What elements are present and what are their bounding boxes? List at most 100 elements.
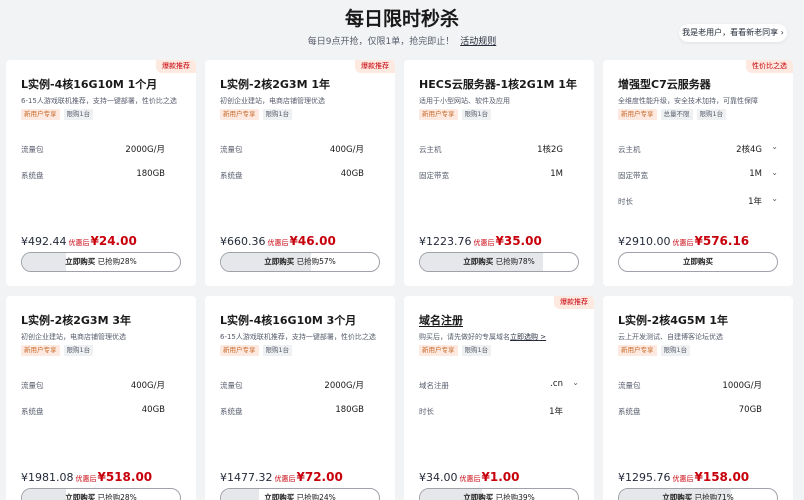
product-title: 增强型C7云服务器 <box>618 78 711 91</box>
original-price: ¥34.00 <box>419 471 458 484</box>
spec-label: 系统盘 <box>21 171 44 180</box>
product-tag: 新用户专享 <box>21 109 60 120</box>
buy-label: 立即购买 <box>65 257 96 266</box>
tag-list: 新用户专享 限购1台 <box>220 345 293 356</box>
spec-label: 时长 <box>419 407 434 416</box>
discount-label: 优惠后 <box>274 475 296 483</box>
spec-label: 固定带宽 <box>419 171 449 180</box>
tag-list: 新用户专享 限购1台 <box>419 109 492 120</box>
spec-value: 1M <box>749 169 762 179</box>
spec-label: 系统盘 <box>21 407 44 416</box>
product-description: 6-15人游戏联机推荐，支持一键部署，性价比之选 <box>21 96 191 106</box>
chevron-down-icon[interactable]: ⌄ <box>771 142 778 151</box>
product-tag: 限购1台 <box>660 345 691 356</box>
product-card: L实例-4核16G10M 3个月 6-15人游戏联机推荐，支持一键部署，性价比之选… <box>205 296 395 500</box>
buy-label: 立即购买 <box>662 493 693 500</box>
description-text: 云上开发测试、自建博客论坛优选 <box>618 333 723 341</box>
product-description: 初创企业建站，电商店铺管理优选 <box>21 332 191 342</box>
spec-label: 云主机 <box>618 145 641 154</box>
original-price: ¥1223.76 <box>419 235 472 248</box>
promo-badge: 爆款推荐 <box>156 60 196 73</box>
buy-now-button[interactable]: 立即购买 <box>618 252 778 272</box>
buy-now-button[interactable]: 立即购买 已抢购71% <box>618 488 778 500</box>
spec-label: 系统盘 <box>220 171 243 180</box>
spec-value: .cn <box>550 379 563 389</box>
product-tag: 限购1台 <box>63 345 94 356</box>
sold-percent: 已抢购28% <box>97 257 137 266</box>
product-title: L实例-2核4G5M 1年 <box>618 314 728 327</box>
rules-link[interactable]: 活动规则 <box>460 37 496 47</box>
buy-button-text: 立即购买 已抢购78% <box>420 253 578 271</box>
buy-now-link[interactable]: 立即选购 > <box>510 333 546 341</box>
product-tag: 新用户专享 <box>419 345 458 356</box>
price-row: ¥1295.76 优惠后¥158.00 <box>618 466 749 485</box>
product-description: 6-15人游戏联机推荐，支持一键部署，性价比之选 <box>220 332 390 342</box>
spec-row: 流量包 400G/月 <box>220 140 382 158</box>
spec-row[interactable]: 时长 1年 ⌄ <box>618 192 780 210</box>
buy-button-text: 立即购买 已抢购71% <box>619 489 777 500</box>
tag-list: 新用户专享 限购1台 <box>220 109 293 120</box>
promo-badge: 爆款推荐 <box>355 60 395 73</box>
discount-price: ¥576.16 <box>694 234 750 248</box>
description-text: 全维度性能升级，安全技术加持，可靠性保障 <box>618 97 758 105</box>
buy-now-button[interactable]: 立即购买 已抢购39% <box>419 488 579 500</box>
product-title[interactable]: 域名注册 <box>419 312 463 328</box>
product-title: L实例-4核16G10M 3个月 <box>220 314 357 327</box>
old-user-button[interactable]: 我是老用户，看看新老同享 › <box>679 24 787 42</box>
product-card: 爆款推荐 域名注册 购买后，请先做好的专属域名立即选购 > 新用户专享 限购1台 域名注… <box>404 296 594 500</box>
spec-row: 系统盘 180GB <box>21 166 183 184</box>
spec-row[interactable]: 云主机 2核4G ⌄ <box>618 140 780 158</box>
tag-list: 新用户专享 限购1台 <box>21 345 94 356</box>
spec-row: 系统盘 40GB <box>21 402 183 420</box>
subtitle-text: 每日9点开抢，仅限1单，抢完即止！ <box>307 37 455 47</box>
spec-label: 流量包 <box>618 381 641 390</box>
spec-label: 流量包 <box>21 381 44 390</box>
product-title: HECS云服务器-1核2G1M 1年 <box>419 78 577 91</box>
buy-now-button[interactable]: 立即购买 已抢购24% <box>220 488 380 500</box>
original-price: ¥2910.00 <box>618 235 671 248</box>
buy-label: 立即购买 <box>264 257 295 266</box>
spec-value: 1核2G <box>537 145 563 155</box>
discount-label: 优惠后 <box>473 239 495 247</box>
spec-label: 系统盘 <box>220 407 243 416</box>
product-card: 爆款推荐 L实例-4核16G10M 1个月 6-15人游戏联机推荐，支持一键部署，性… <box>6 60 196 286</box>
buy-button-text: 立即购买 <box>619 253 777 271</box>
spec-value: 40GB <box>340 169 364 179</box>
spec-row: 系统盘 70GB <box>618 402 780 420</box>
spec-value: 2000G/月 <box>125 145 165 155</box>
spec-label: 时长 <box>618 197 633 206</box>
discount-price: ¥46.00 <box>289 234 336 248</box>
discount-price: ¥518.00 <box>97 470 153 484</box>
buy-now-button[interactable]: 立即购买 已抢购28% <box>21 252 181 272</box>
product-tag: 限购1台 <box>696 109 727 120</box>
buy-now-button[interactable]: 立即购买 已抢购57% <box>220 252 380 272</box>
spec-value: 1M <box>550 169 563 179</box>
spec-label: 固定带宽 <box>618 171 648 180</box>
chevron-down-icon[interactable]: ⌄ <box>572 378 579 387</box>
buy-now-button[interactable]: 立即购买 已抢购78% <box>419 252 579 272</box>
price-row: ¥492.44 优惠后¥24.00 <box>21 230 137 249</box>
description-text: 购买后，请先做好的专属域名 <box>419 333 510 341</box>
spec-row[interactable]: 固定带宽 1M ⌄ <box>618 166 780 184</box>
discount-label: 优惠后 <box>267 239 289 247</box>
chevron-down-icon[interactable]: ⌄ <box>771 168 778 177</box>
spec-row[interactable]: 域名注册 .cn ⌄ <box>419 376 581 394</box>
spec-value: 1年 <box>748 197 762 207</box>
discount-label: 优惠后 <box>672 475 694 483</box>
product-tag: 新用户专享 <box>419 109 458 120</box>
spec-label: 系统盘 <box>618 407 641 416</box>
product-title: L实例-2核2G3M 3年 <box>21 314 131 327</box>
discount-price: ¥35.00 <box>495 234 542 248</box>
original-price: ¥660.36 <box>220 235 266 248</box>
discount-price: ¥24.00 <box>90 234 137 248</box>
spec-value: 2000G/月 <box>324 381 364 391</box>
buy-now-button[interactable]: 立即购买 已抢购28% <box>21 488 181 500</box>
tag-list: 新用户专享 限购1台 <box>21 109 94 120</box>
spec-label: 流量包 <box>220 145 243 154</box>
spec-row: 固定带宽 1M <box>419 166 581 184</box>
buy-button-text: 立即购买 已抢购28% <box>22 253 180 271</box>
product-tag: 限购1台 <box>461 345 492 356</box>
spec-label: 流量包 <box>21 145 44 154</box>
promo-badge: 性价比之选 <box>746 60 793 73</box>
chevron-down-icon[interactable]: ⌄ <box>771 194 778 203</box>
